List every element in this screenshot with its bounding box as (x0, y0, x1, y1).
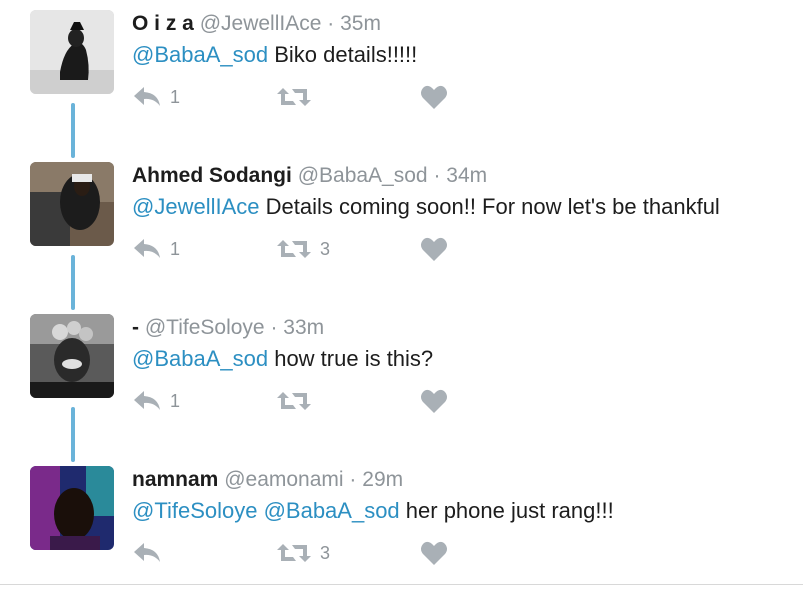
divider (0, 584, 803, 585)
tweet-text: @JewellIAce Details coming soon!! For no… (132, 194, 720, 220)
reply-icon (134, 543, 160, 562)
separator: · (349, 468, 357, 491)
reply-button[interactable]: 1 (132, 82, 180, 112)
reply-icon (134, 239, 160, 258)
display-name[interactable]: O i z a (132, 12, 194, 35)
tweet-text-content: how true is this? (268, 346, 434, 371)
timestamp[interactable]: 35m (340, 12, 381, 35)
tweet-text-content: Biko details!!!!! (268, 42, 418, 67)
tweet-text: @TifeSoloye @BabaA_sod her phone just ra… (132, 498, 614, 524)
tweet[interactable]: Ahmed Sodangi @BabaA_sod · 34m @JewellIA… (0, 152, 803, 302)
retweet-button[interactable] (276, 82, 320, 112)
heart-icon (421, 541, 447, 565)
retweet-icon (277, 240, 311, 258)
like-button[interactable] (420, 234, 448, 264)
tweet-header: - @TifeSoloye · 33m (132, 316, 324, 340)
retweet-icon (277, 392, 311, 410)
retweet-icon (277, 88, 311, 106)
like-button[interactable] (420, 386, 448, 416)
tweet-actions: 3 (132, 538, 532, 568)
like-button[interactable] (420, 82, 448, 112)
retweet-button[interactable] (276, 386, 320, 416)
avatar-photo (30, 10, 114, 94)
tweet-header: O i z a @JewellIAce · 35m (132, 12, 381, 36)
user-handle[interactable]: @TifeSoloye (145, 316, 265, 339)
avatar-photo (30, 314, 114, 398)
reply-button[interactable]: 1 (132, 386, 180, 416)
display-name[interactable]: Ahmed Sodangi (132, 164, 292, 187)
avatar-photo (30, 162, 114, 246)
tweet-header: namnam @eamonami · 29m (132, 468, 403, 492)
mention-link[interactable]: @TifeSoloye @BabaA_sod (132, 498, 400, 523)
reply-icon (134, 87, 160, 106)
separator: · (327, 12, 335, 35)
reply-count: 1 (170, 86, 181, 107)
tweet[interactable]: - @TifeSoloye · 33m @BabaA_sod how true … (0, 304, 803, 454)
heart-icon (421, 389, 447, 413)
retweet-button[interactable]: 3 (276, 538, 330, 568)
reply-count: 1 (170, 390, 181, 411)
tweet[interactable]: O i z a @JewellIAce · 35m @BabaA_sod Bik… (0, 0, 803, 150)
avatar[interactable] (30, 162, 114, 246)
avatar[interactable] (30, 10, 114, 94)
reply-icon (134, 391, 160, 410)
reply-button[interactable]: 1 (132, 234, 180, 264)
timestamp[interactable]: 29m (362, 468, 403, 491)
retweet-count: 3 (320, 542, 331, 563)
separator: · (270, 316, 278, 339)
display-name[interactable]: namnam (132, 468, 218, 491)
thread-connector (71, 103, 75, 158)
retweet-icon (277, 544, 311, 562)
tweet-actions: 1 (132, 386, 532, 416)
tweet-text: @BabaA_sod Biko details!!!!! (132, 42, 417, 68)
avatar-photo (30, 466, 114, 550)
user-handle[interactable]: @eamonami (224, 468, 343, 491)
mention-link[interactable]: @JewellIAce (132, 194, 260, 219)
retweet-button[interactable]: 3 (276, 234, 330, 264)
avatar[interactable] (30, 314, 114, 398)
tweet-text: @BabaA_sod how true is this? (132, 346, 433, 372)
tweet-text-content: her phone just rang!!! (399, 498, 614, 523)
tweet-actions: 1 3 (132, 234, 532, 264)
heart-icon (421, 85, 447, 109)
tweet-actions: 1 (132, 82, 532, 112)
timestamp[interactable]: 34m (446, 164, 487, 187)
display-name[interactable]: - (132, 316, 139, 339)
user-handle[interactable]: @JewellIAce (200, 12, 322, 35)
tweet-header: Ahmed Sodangi @BabaA_sod · 34m (132, 164, 487, 188)
user-handle[interactable]: @BabaA_sod (298, 164, 428, 187)
mention-link[interactable]: @BabaA_sod (132, 346, 268, 371)
thread-connector (71, 407, 75, 462)
tweet-text-content: Details coming soon!! For now let's be t… (259, 194, 720, 219)
retweet-count: 3 (320, 238, 331, 259)
reply-count: 1 (170, 238, 181, 259)
thread-connector (71, 255, 75, 310)
separator: · (433, 164, 441, 187)
timestamp[interactable]: 33m (283, 316, 324, 339)
mention-link[interactable]: @BabaA_sod (132, 42, 268, 67)
like-button[interactable] (420, 538, 448, 568)
heart-icon (421, 237, 447, 261)
avatar[interactable] (30, 466, 114, 550)
reply-button[interactable] (132, 538, 170, 568)
